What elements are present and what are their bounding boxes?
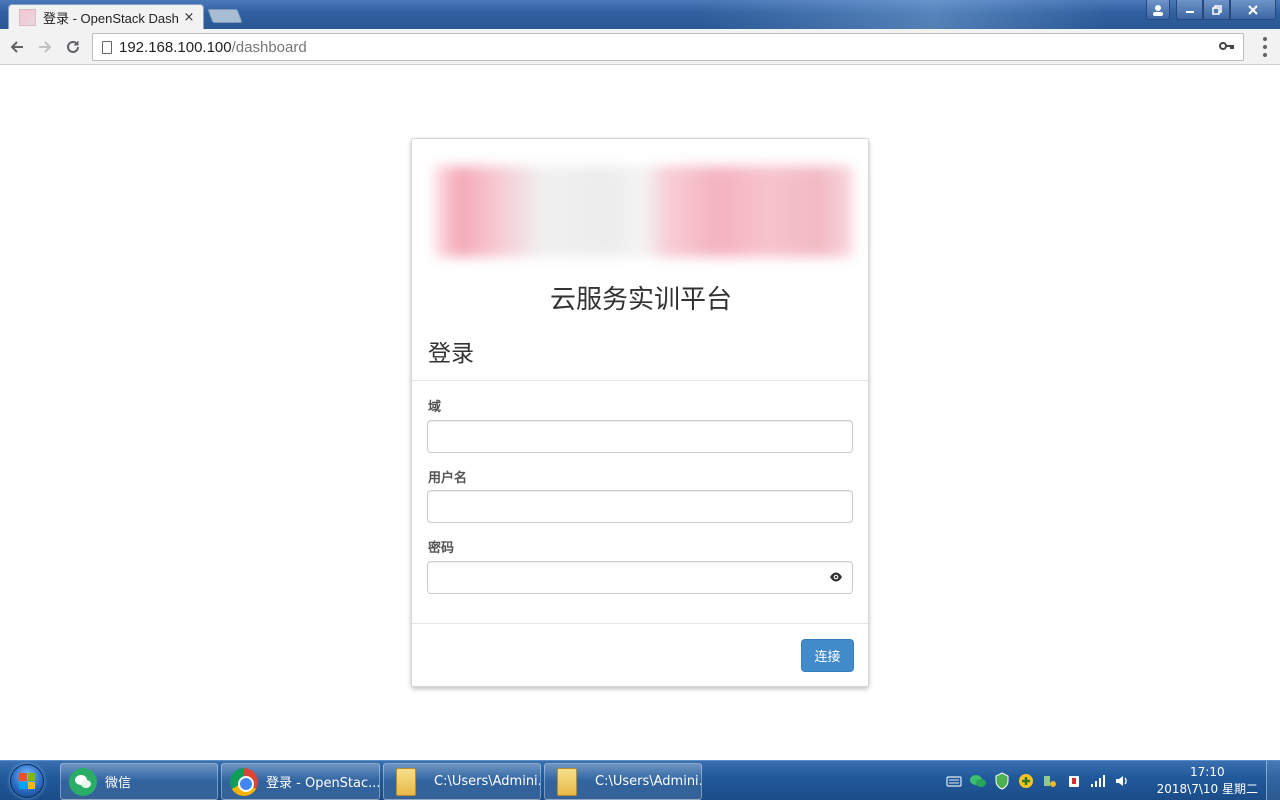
tab-close-icon[interactable]: × — [183, 10, 195, 25]
username-input[interactable] — [427, 490, 853, 523]
address-bar[interactable]: 192.168.100.100/dashboard — [92, 33, 1244, 61]
system-tray — [945, 761, 1131, 800]
taskbar-item-label: C:\Users\Admini... — [595, 774, 701, 789]
url-path: /dashboard — [231, 39, 307, 56]
brand-logo — [434, 166, 852, 257]
tab-title: 登录 - OpenStack Dash — [43, 10, 179, 26]
window-controls — [1146, 0, 1276, 20]
browser-tab[interactable]: 登录 - OpenStack Dash × — [8, 4, 204, 29]
plus-icon[interactable] — [1017, 772, 1035, 790]
folder-icon — [396, 767, 416, 796]
taskbar-item-explorer-2[interactable]: C:\Users\Admini... — [544, 763, 702, 800]
domain-label: 域 — [428, 400, 442, 415]
key-icon[interactable] — [1219, 38, 1235, 56]
windows-logo-icon — [10, 764, 44, 798]
keyboard-icon[interactable] — [945, 772, 963, 790]
close-window-button[interactable] — [1230, 0, 1276, 20]
taskbar-item-explorer-1[interactable]: C:\Users\Admini... — [383, 763, 541, 800]
start-button[interactable] — [4, 762, 50, 800]
eye-icon[interactable] — [829, 569, 843, 583]
taskbar: 微信 登录 - OpenStac... C:\Users\Admini... C… — [0, 760, 1280, 800]
url-host: 192.168.100.100 — [119, 39, 232, 56]
minimize-button[interactable] — [1176, 0, 1203, 20]
taskbar-item-label: 微信 — [105, 776, 132, 791]
back-arrow-icon[interactable] — [6, 36, 28, 58]
login-heading: 登录 — [428, 341, 474, 367]
browser-menu-icon[interactable] — [1262, 37, 1268, 57]
taskbar-item-label: 登录 - OpenStac... — [266, 776, 379, 791]
url-text: 192.168.100.100/dashboard — [119, 39, 307, 56]
folder-icon — [557, 767, 577, 796]
show-desktop-button[interactable] — [1266, 761, 1280, 800]
clock-date: 2018\7\10 星期二 — [1156, 782, 1258, 796]
restore-button[interactable] — [1203, 0, 1230, 20]
password-label: 密码 — [428, 541, 455, 556]
header-divider — [412, 380, 868, 381]
wechat-tray-icon[interactable] — [969, 772, 987, 790]
signal-icon[interactable] — [1089, 772, 1107, 790]
wechat-icon — [69, 767, 97, 796]
brand-title: 云服务实训平台 — [549, 285, 732, 315]
reload-icon[interactable] — [62, 36, 84, 58]
browser-toolbar: 192.168.100.100/dashboard — [0, 29, 1280, 65]
taskbar-item-label: C:\Users\Admini... — [434, 774, 540, 789]
taskbar-item-wechat[interactable]: 微信 — [60, 763, 218, 800]
chrome-icon — [230, 767, 258, 796]
volume-icon[interactable] — [1113, 772, 1131, 790]
power-plug-icon[interactable] — [1065, 772, 1083, 790]
username-label: 用户名 — [428, 471, 468, 486]
login-card: 云服务实训平台 登录 域 用户名 密码 连接 — [411, 138, 869, 687]
password-input[interactable] — [427, 561, 853, 594]
taskbar-item-chrome[interactable]: 登录 - OpenStac... — [221, 763, 380, 800]
page-icon — [102, 41, 112, 54]
domain-input[interactable] — [427, 420, 853, 453]
password-field — [427, 561, 853, 594]
favicon-icon — [19, 8, 36, 26]
clock-time: 17:10 — [1190, 765, 1225, 779]
browser-title-bar: 登录 - OpenStack Dash × — [0, 0, 1280, 29]
profile-icon[interactable] — [1146, 0, 1170, 20]
footer-divider — [412, 623, 868, 624]
taskbar-clock[interactable]: 17:10 2018\7\10 星期二 — [1157, 764, 1258, 798]
security-shield-icon[interactable] — [993, 772, 1011, 790]
new-tab-button[interactable] — [207, 9, 243, 23]
network-device-icon[interactable] — [1041, 772, 1059, 790]
connect-button[interactable]: 连接 — [801, 639, 854, 672]
forward-arrow-icon[interactable] — [34, 36, 56, 58]
